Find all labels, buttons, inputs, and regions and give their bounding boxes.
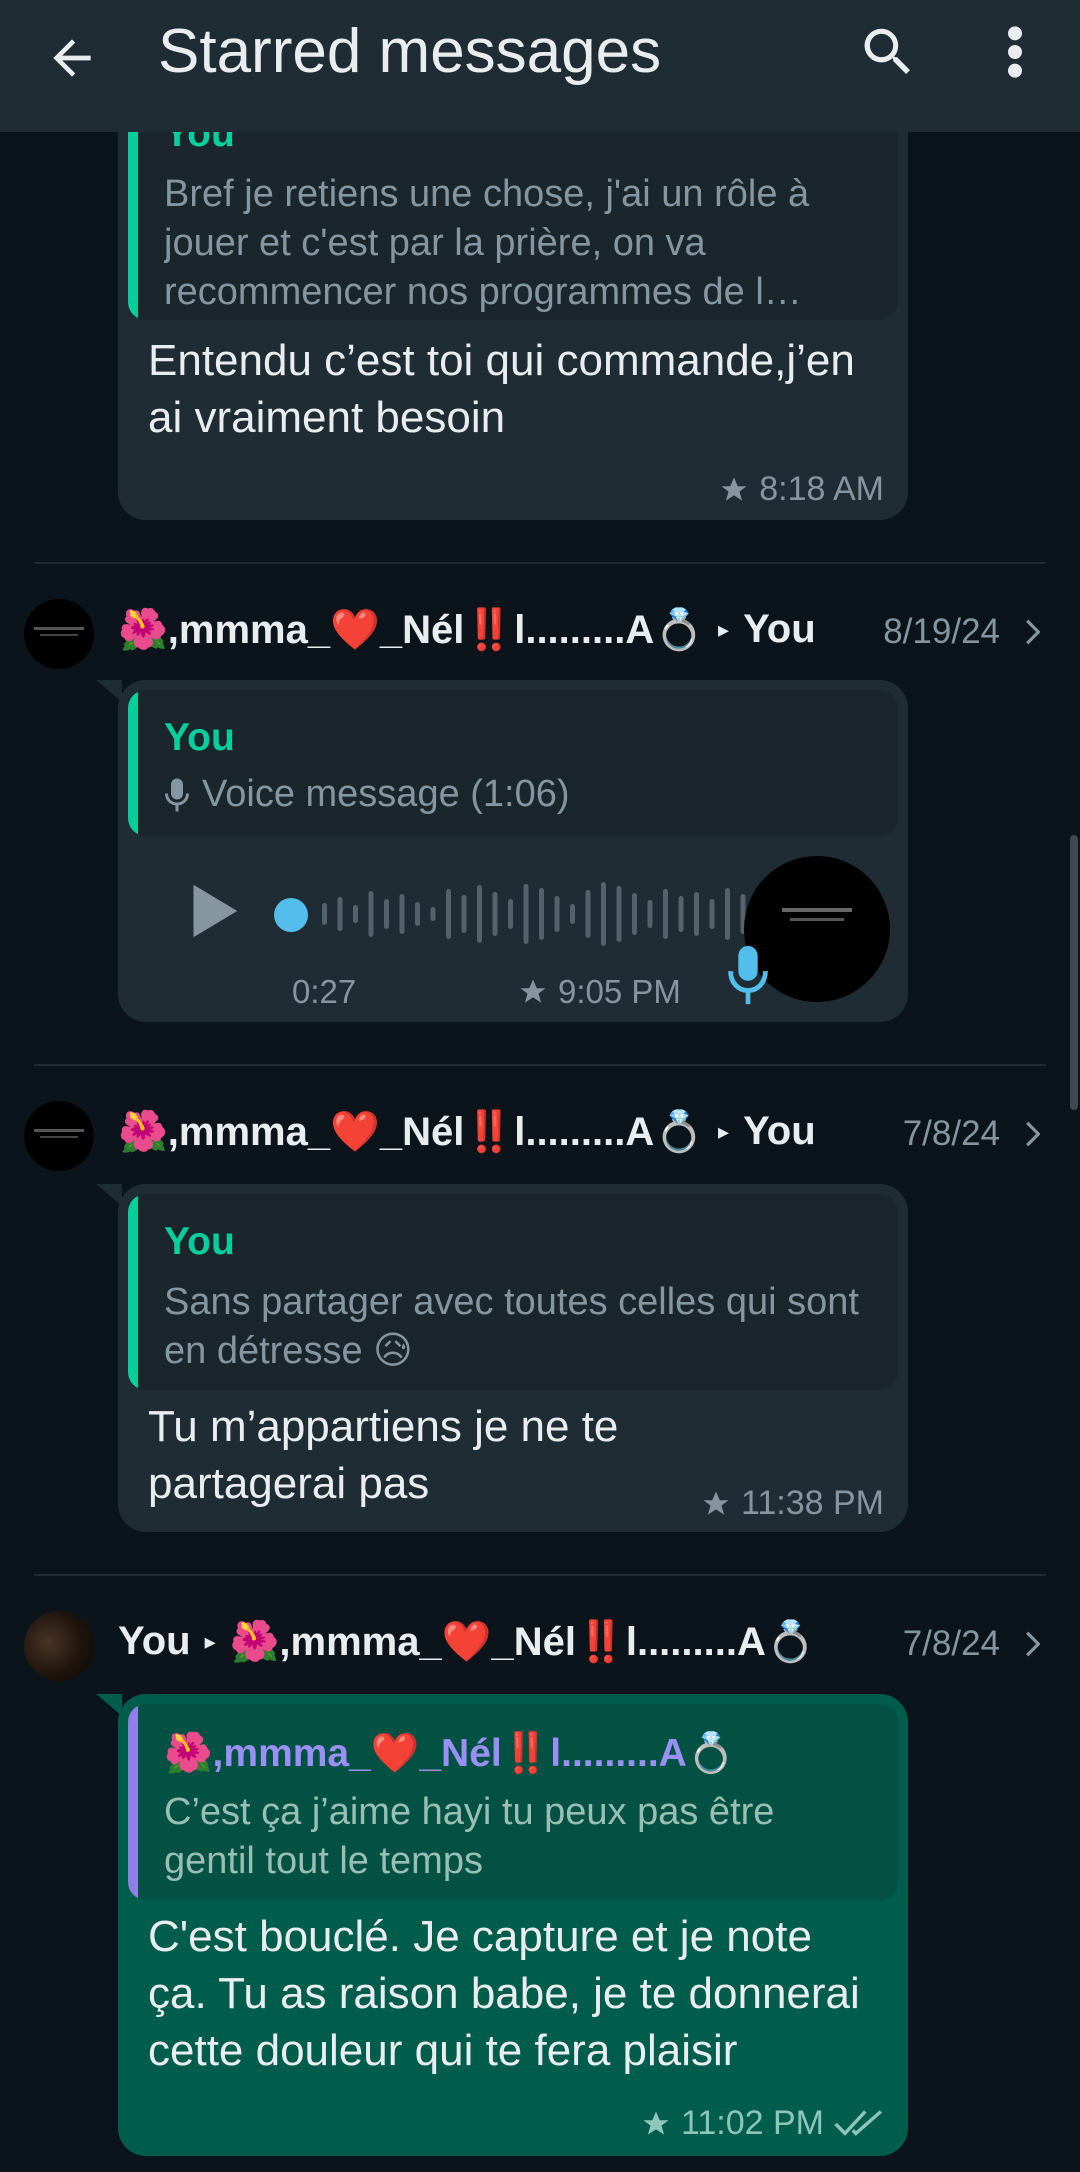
mic-icon <box>728 945 768 1005</box>
waveform-bar <box>694 892 699 936</box>
sender-name: You <box>118 1619 191 1663</box>
chevron-right-icon[interactable] <box>1020 1116 1044 1152</box>
message-text: C'est bouclé. Je capture et je note ça. … <box>148 1912 860 2075</box>
waveform-bar <box>647 900 653 928</box>
back-button[interactable] <box>36 22 108 94</box>
star-icon <box>703 1491 729 1515</box>
avatar[interactable] <box>24 1101 94 1171</box>
waveform-bar <box>368 891 374 937</box>
more-vert-icon <box>1008 26 1022 78</box>
waveform-bar <box>477 885 482 943</box>
star-icon <box>520 979 546 1003</box>
waveform-bar <box>446 889 451 939</box>
avatar[interactable] <box>24 599 94 669</box>
starred-message[interactable]: You Sans partager avec toutes celles qui… <box>118 1184 908 1532</box>
message-header[interactable]: You ▸ 🌺,mmma_❤️_Nél‼️l.........A💍 7/8/24 <box>0 1606 1080 1686</box>
starred-voice-message[interactable]: You Voice message (1:06) 0:27 9:05 PM <box>118 680 908 1022</box>
message-time: 11:02 PM <box>680 2104 824 2142</box>
waveform-bar <box>399 894 405 934</box>
message-meta: 11:38 PM <box>701 1484 884 1523</box>
message-time: 11:38 PM <box>740 1484 884 1522</box>
arrow-right-icon: ▸ <box>204 1628 216 1654</box>
quote-author: 🌺,mmma_❤️_Nél‼️l.........A💍 <box>164 1732 736 1775</box>
waveform-bar <box>632 893 637 935</box>
waveform-bar <box>570 904 575 924</box>
waveform-bar <box>601 882 606 946</box>
chevron-right-icon[interactable] <box>1020 614 1044 650</box>
search-button[interactable] <box>852 16 924 88</box>
bubble-tail <box>96 1694 122 1716</box>
recipient-name: You <box>743 1109 816 1153</box>
chevron-right-icon[interactable] <box>1020 1626 1044 1662</box>
message-time: 8:18 AM <box>759 470 884 508</box>
message-header[interactable]: 🌺,mmma_❤️_Nél‼️l.........A💍 ▸ You 7/8/24 <box>0 1096 1080 1176</box>
sender-name: 🌺,mmma_❤️_Nél‼️l.........A💍 <box>118 608 705 652</box>
message-date: 7/8/24 <box>902 1114 1000 1153</box>
recipient-name: You <box>743 607 816 651</box>
quote-author: You <box>164 1220 235 1263</box>
message-time: 9:05 PM <box>558 973 681 1010</box>
star-icon <box>721 477 747 501</box>
waveform-bar <box>725 888 730 940</box>
waveform-bar <box>523 884 529 944</box>
mic-icon <box>165 778 189 811</box>
quote-author: You <box>164 716 235 759</box>
message-date: 8/19/24 <box>883 612 1000 651</box>
playback-slider-thumb[interactable] <box>274 898 308 932</box>
voice-position: 0:27 <box>292 973 357 1010</box>
play-icon[interactable] <box>176 876 246 946</box>
sender-name: 🌺,mmma_❤️_Nél‼️l.........A💍 <box>118 1110 705 1154</box>
waveform-bar <box>539 888 544 940</box>
message-meta: 11:02 PM <box>641 2104 884 2143</box>
quote-text: Bref je retiens une chose, j'ai un rôle … <box>164 173 810 313</box>
message-text: Entendu c’est toi qui commande,j’en ai v… <box>148 336 855 442</box>
waveform-bar <box>384 899 389 929</box>
divider <box>34 562 1046 564</box>
message-meta: 9:05 PM <box>518 973 681 1011</box>
starred-message[interactable]: You Bref je retiens une chose, j'ai un r… <box>118 84 908 520</box>
double-check-icon <box>834 2109 883 2136</box>
app-bar: Starred messages <box>0 0 1080 132</box>
message-meta: 8:18 AM <box>719 470 884 509</box>
bubble-tail <box>96 1184 122 1206</box>
scrollbar[interactable] <box>1070 835 1078 1110</box>
waveform-bar <box>492 892 498 936</box>
waveform-bar <box>585 890 591 938</box>
starred-message-outgoing[interactable]: 🌺,mmma_❤️_Nél‼️l.........A💍 C’est ça j’a… <box>118 1694 908 2156</box>
waveform-bar <box>554 896 560 932</box>
quoted-message[interactable]: You Sans partager avec toutes celles qui… <box>128 1194 898 1390</box>
arrow-left-icon <box>53 39 91 77</box>
more-options-button[interactable] <box>985 16 1045 88</box>
search-icon <box>864 28 910 74</box>
quote-text: Sans partager avec toutes celles qui son… <box>164 1281 859 1372</box>
waveform-bar <box>337 897 343 931</box>
waveform-bar <box>709 899 715 929</box>
divider <box>34 1574 1046 1576</box>
quote-text: C’est ça j’aime hayi tu peux pas être ge… <box>164 1791 775 1882</box>
waveform-bar <box>415 902 420 926</box>
bubble-tail <box>96 680 122 702</box>
waveform-bar <box>616 886 622 942</box>
page-title: Starred messages <box>158 17 662 86</box>
waveform-bar <box>461 895 467 933</box>
recipient-name: 🌺,mmma_❤️_Nél‼️l.........A💍 <box>229 1620 816 1664</box>
message-header[interactable]: 🌺,mmma_❤️_Nél‼️l.........A💍 ▸ You 8/19/2… <box>0 594 1080 674</box>
message-text: Tu m’appartiens je ne te partagerai pas <box>148 1402 619 1508</box>
waveform-bar <box>322 903 327 925</box>
waveform-bar <box>678 896 684 932</box>
waveform-bar <box>353 905 358 923</box>
waveform-bar <box>508 899 513 929</box>
avatar[interactable] <box>24 1611 94 1681</box>
divider <box>34 1064 1046 1066</box>
waveform-bar <box>430 907 436 921</box>
quote-text: Voice message (1:06) <box>202 773 570 815</box>
waveform-bar <box>663 889 668 939</box>
waveform[interactable] <box>314 876 804 952</box>
arrow-right-icon: ▸ <box>718 616 730 642</box>
message-date: 7/8/24 <box>902 1624 1000 1663</box>
arrow-right-icon: ▸ <box>718 1118 730 1144</box>
quoted-message[interactable]: You Voice message (1:06) <box>128 690 898 836</box>
quoted-message[interactable]: 🌺,mmma_❤️_Nél‼️l.........A💍 C’est ça j’a… <box>128 1704 898 1900</box>
star-icon <box>643 2111 669 2135</box>
